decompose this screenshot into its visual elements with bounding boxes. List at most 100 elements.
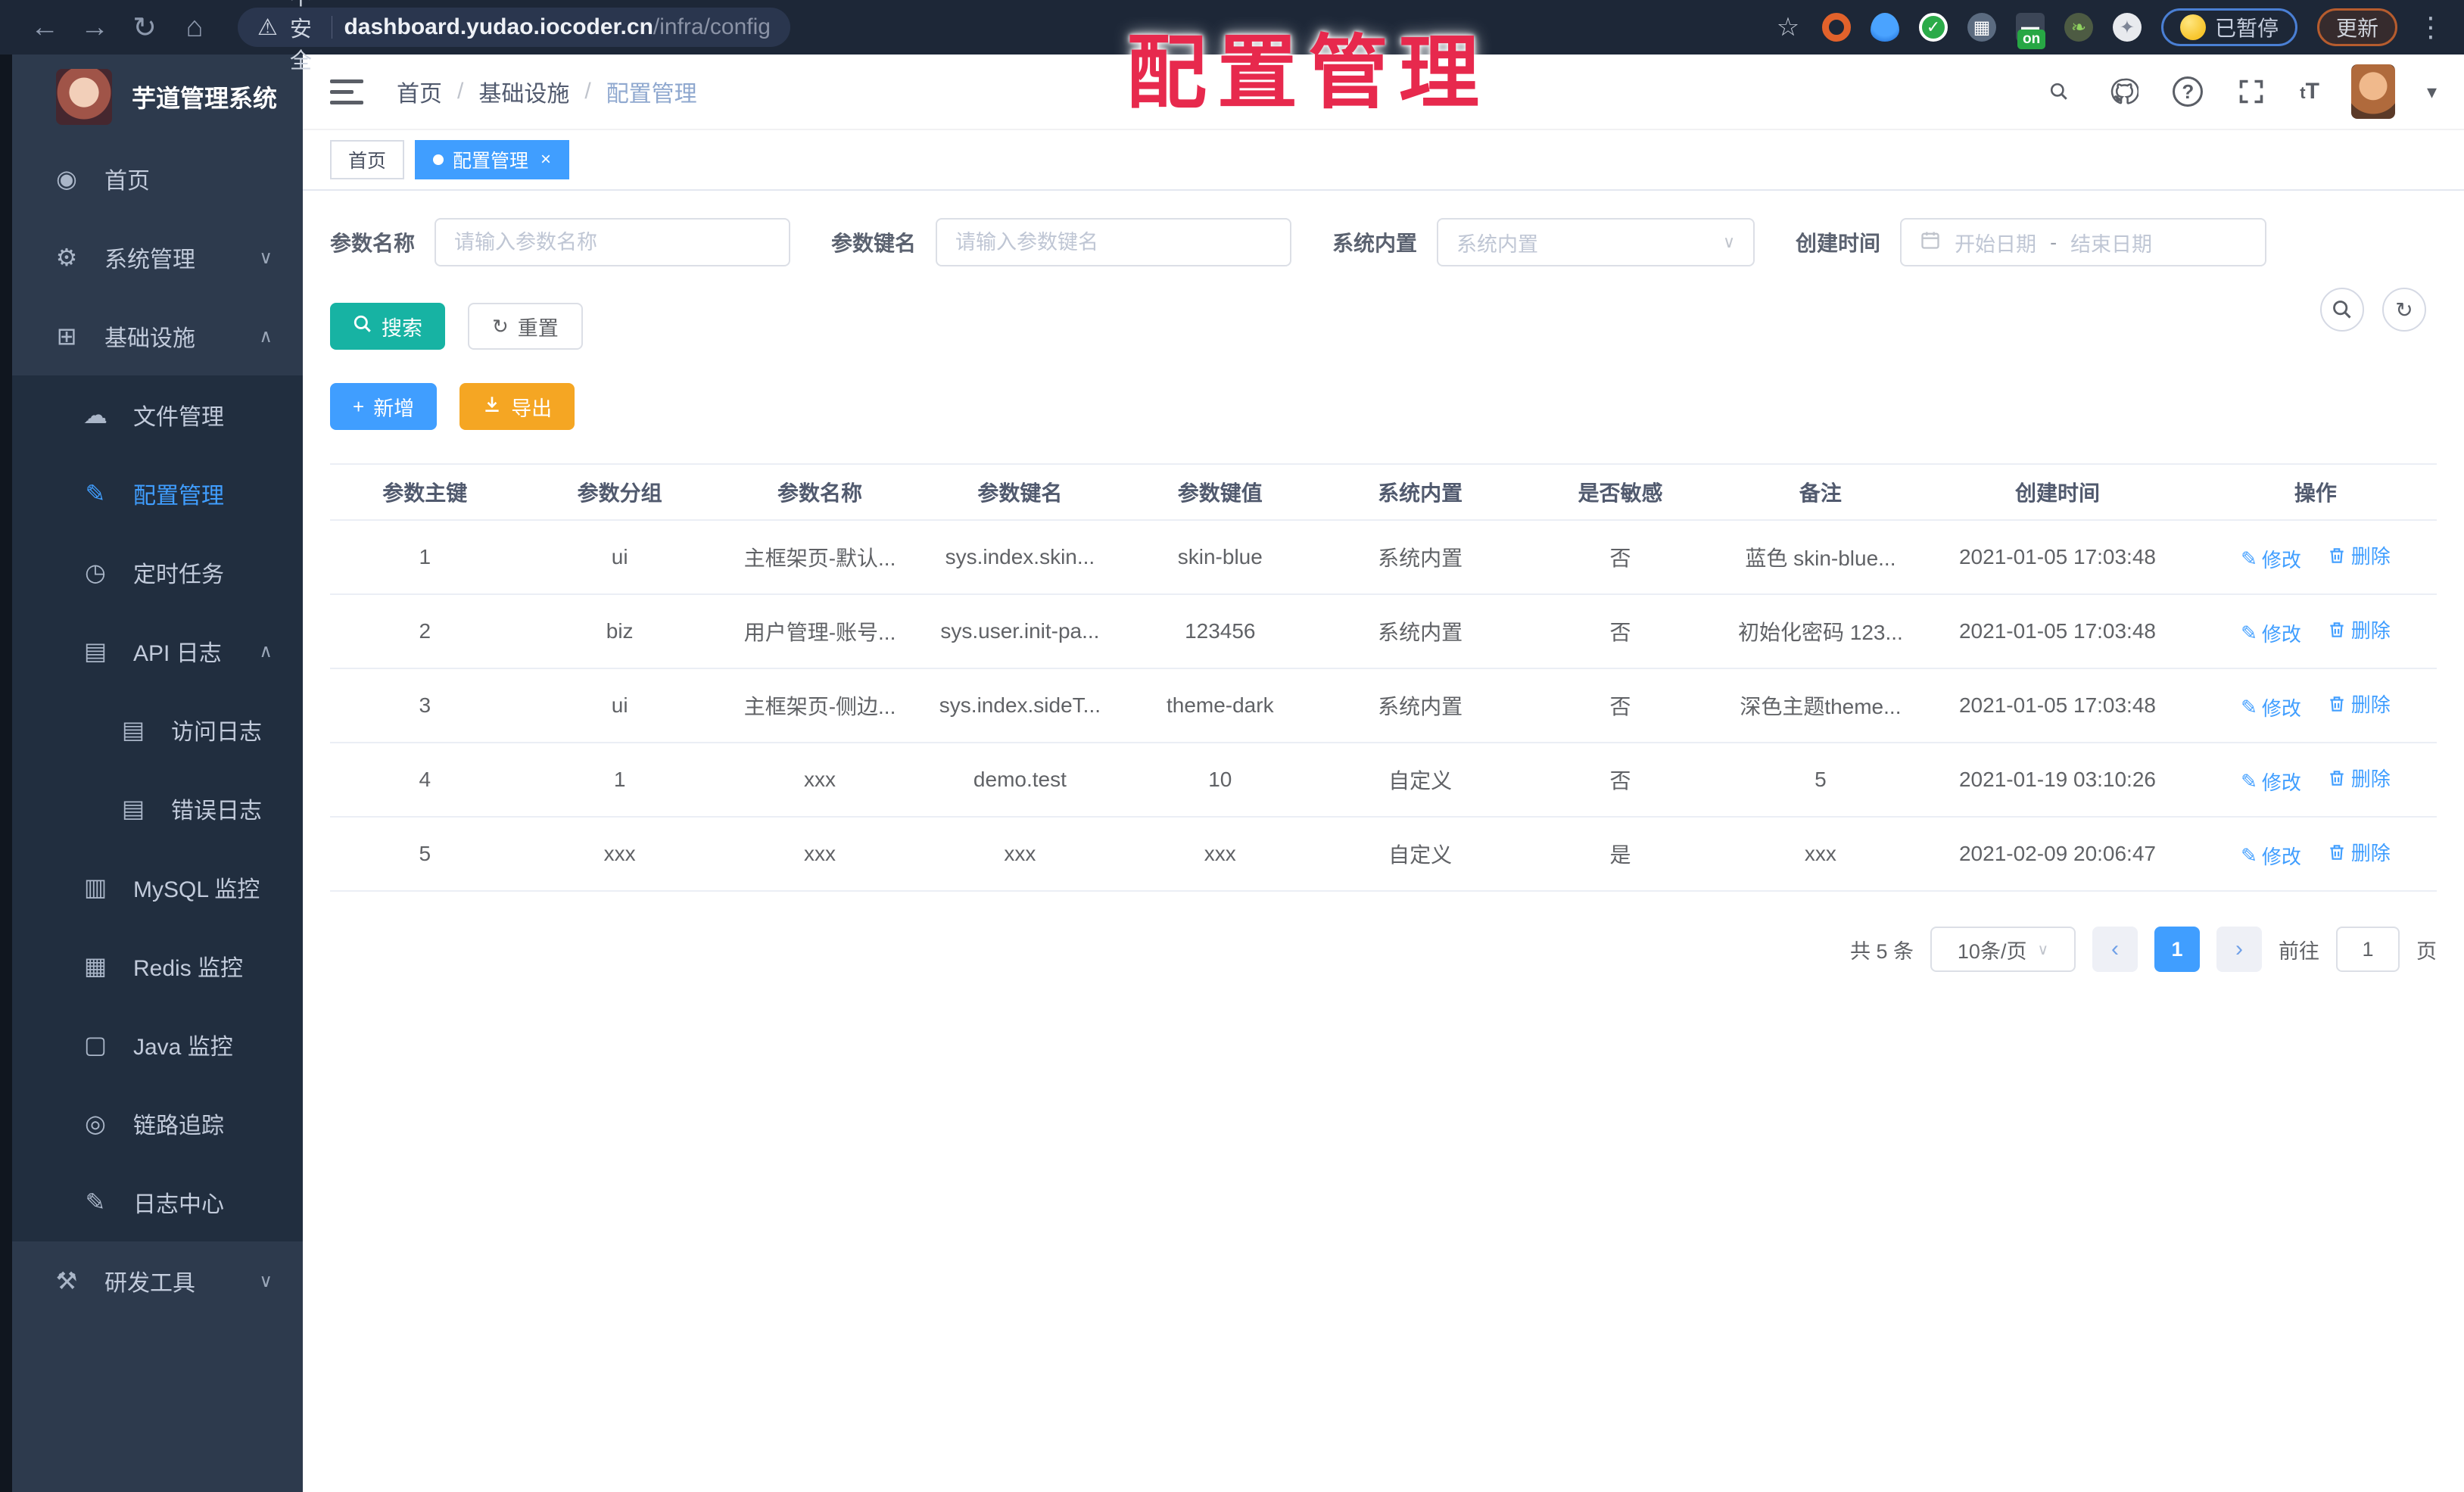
font-size-icon[interactable]: tT bbox=[2300, 79, 2319, 104]
date-start-placeholder: 开始日期 bbox=[1955, 232, 2037, 256]
next-page-button[interactable]: › bbox=[2216, 927, 2262, 972]
delete-button[interactable]: 删除 bbox=[2327, 615, 2391, 643]
puzzle-extension-icon[interactable]: ✦ bbox=[2112, 13, 2142, 42]
add-button[interactable]: + 新增 bbox=[330, 383, 438, 430]
refresh-table-icon[interactable]: ↻ bbox=[2382, 288, 2426, 332]
collapse-sidebar-icon[interactable] bbox=[330, 79, 363, 104]
extension-pin-icon[interactable] bbox=[1870, 13, 1899, 42]
extension-leaf-icon[interactable]: ❧ bbox=[2064, 13, 2093, 42]
sidebar-item-java-monitor[interactable]: ▢ Java 监控 bbox=[12, 1005, 303, 1084]
search-button[interactable]: 搜索 bbox=[330, 303, 445, 350]
search-icon[interactable] bbox=[2042, 75, 2076, 108]
export-button[interactable]: 导出 bbox=[459, 383, 575, 430]
bookmark-star-icon[interactable]: ☆ bbox=[1774, 13, 1802, 42]
breadcrumb-home[interactable]: 首页 bbox=[397, 75, 442, 108]
tab-config-management[interactable]: 配置管理 × bbox=[415, 140, 570, 179]
filter-form: 参数名称 参数键名 系统内置 系统内置 ∨ 创建时间 开始日期 bbox=[330, 218, 2437, 266]
sidebar-logo[interactable]: 芋道管理系统 bbox=[12, 55, 303, 139]
breadcrumb: 首页 / 基础设施 / 配置管理 bbox=[397, 75, 697, 108]
goto-page-input[interactable] bbox=[2336, 927, 2400, 972]
builtin-select[interactable]: 系统内置 ∨ bbox=[1437, 218, 1755, 266]
edit-icon: ✎ bbox=[2241, 621, 2257, 644]
sidebar-item-error-logs[interactable]: ▤ 错误日志 bbox=[12, 769, 303, 848]
filter-time-label: 创建时间 bbox=[1796, 232, 1881, 255]
edit-button[interactable]: ✎ 修改 bbox=[2241, 619, 2301, 647]
delete-button[interactable]: 删除 bbox=[2327, 541, 2391, 569]
edit-button[interactable]: ✎ 修改 bbox=[2241, 545, 2301, 573]
page-size-select[interactable]: 10条/页 ∨ bbox=[1930, 927, 2076, 972]
breadcrumb-infrastructure[interactable]: 基础设施 bbox=[478, 75, 569, 108]
edit-button[interactable]: ✎ 修改 bbox=[2241, 842, 2301, 870]
breadcrumb-separator: / bbox=[584, 79, 591, 104]
sidebar-item-scheduled-tasks[interactable]: ◷ 定时任务 bbox=[12, 533, 303, 612]
sidebar-item-dev-tools[interactable]: ⚒ 研发工具 ∨ bbox=[12, 1241, 303, 1320]
browser-forward-icon[interactable]: → bbox=[70, 11, 120, 44]
delete-button[interactable]: 删除 bbox=[2327, 838, 2391, 866]
total-count: 共 5 条 bbox=[1849, 939, 1914, 963]
refresh-icon: ↻ bbox=[492, 314, 509, 338]
close-icon[interactable]: × bbox=[540, 149, 551, 170]
address-bar[interactable]: ⚠ 不安全 dashboard.yudao.iocoder.cn/infra/c… bbox=[238, 0, 790, 73]
overlay-page-title: 配置管理 bbox=[1126, 29, 1490, 118]
user-avatar[interactable] bbox=[2350, 64, 2395, 119]
browser-menu-icon[interactable]: ⋮ bbox=[2417, 11, 2444, 43]
toolbox-icon: ⚒ bbox=[55, 1267, 78, 1294]
sidebar-item-infrastructure[interactable]: ⊞ 基础设施 ∧ bbox=[12, 297, 303, 375]
edit-button[interactable]: ✎ 修改 bbox=[2241, 768, 2301, 796]
extension-on-badge: on bbox=[2017, 30, 2046, 49]
extension-orange-icon[interactable] bbox=[1821, 13, 1851, 42]
profile-paused-button[interactable]: 已暂停 bbox=[2160, 8, 2297, 46]
extension-grid-icon[interactable]: ▦ bbox=[1967, 13, 1996, 42]
trash-icon bbox=[2330, 696, 2344, 712]
hide-search-icon[interactable] bbox=[2320, 288, 2364, 332]
sidebar-item-trace[interactable]: ◎ 链路追踪 bbox=[12, 1084, 303, 1163]
current-page-button[interactable]: 1 bbox=[2154, 927, 2200, 972]
browser-back-icon[interactable]: ← bbox=[20, 11, 70, 44]
plus-icon: + bbox=[353, 394, 365, 418]
fullscreen-icon[interactable] bbox=[2235, 75, 2268, 108]
sidebar-item-access-logs[interactable]: ▤ 访问日志 bbox=[12, 690, 303, 769]
create-time-daterange[interactable]: 开始日期 - 结束日期 bbox=[1900, 218, 2267, 266]
trash-icon bbox=[2330, 548, 2344, 563]
delete-button[interactable]: 删除 bbox=[2327, 690, 2391, 718]
tab-home[interactable]: 首页 bbox=[330, 140, 405, 179]
avatar-caret-icon[interactable]: ▾ bbox=[2427, 80, 2437, 104]
param-name-input[interactable] bbox=[435, 218, 791, 266]
github-icon[interactable] bbox=[2107, 75, 2141, 108]
delete-button[interactable]: 删除 bbox=[2327, 764, 2391, 792]
breadcrumb-current: 配置管理 bbox=[606, 82, 697, 107]
sidebar-item-system-management[interactable]: ⚙ 系统管理 ∨ bbox=[12, 218, 303, 297]
extension-green-check-icon[interactable]: ✓ bbox=[1918, 13, 1948, 42]
sidebar-item-config-management[interactable]: ✎ 配置管理 bbox=[12, 454, 303, 533]
trash-icon bbox=[2330, 771, 2344, 786]
reset-button[interactable]: ↻ 重置 bbox=[468, 303, 583, 350]
paused-label: 已暂停 bbox=[2214, 17, 2279, 40]
sidebar-item-home[interactable]: ◉ 首页 bbox=[12, 139, 303, 218]
help-icon[interactable]: ? bbox=[2173, 76, 2204, 107]
date-separator: - bbox=[2050, 230, 2057, 254]
gear-icon: ⚙ bbox=[55, 244, 78, 271]
extension-switch-icon[interactable]: ▬ on bbox=[2015, 13, 2046, 49]
log-icon: ▤ bbox=[121, 795, 145, 822]
param-key-input[interactable] bbox=[936, 218, 1292, 266]
browser-reload-icon[interactable]: ↻ bbox=[120, 11, 170, 45]
eye-icon: ◎ bbox=[85, 1110, 106, 1137]
browser-update-button[interactable]: 更新 bbox=[2316, 8, 2397, 46]
prev-page-button[interactable]: ‹ bbox=[2092, 927, 2138, 972]
active-dot-icon bbox=[433, 154, 444, 165]
url-path: /infra/config bbox=[653, 14, 771, 39]
logo-avatar bbox=[56, 69, 112, 125]
sidebar-item-mysql-monitor[interactable]: ▥ MySQL 监控 bbox=[12, 848, 303, 927]
page-unit-label: 页 bbox=[2416, 939, 2437, 963]
filter-builtin-label: 系统内置 bbox=[1332, 232, 1418, 255]
browser-home-icon[interactable]: ⌂ bbox=[170, 11, 220, 44]
sidebar-item-log-center[interactable]: ✎ 日志中心 bbox=[12, 1163, 303, 1241]
sidebar-item-redis-monitor[interactable]: ▦ Redis 监控 bbox=[12, 927, 303, 1005]
edit-button[interactable]: ✎ 修改 bbox=[2241, 693, 2301, 721]
sidebar-item-api-logs[interactable]: ▤ API 日志 ∧ bbox=[12, 612, 303, 690]
chevron-down-icon: ∨ bbox=[1722, 232, 1736, 251]
sidebar: 芋道管理系统 ◉ 首页 ⚙ 系统管理 ∨ ⊞ 基础设施 ∧ ☁ 文件管理 ✎ 配… bbox=[12, 55, 303, 1492]
trash-icon bbox=[2330, 622, 2344, 637]
security-warning-icon: ⚠ bbox=[257, 14, 278, 40]
sidebar-item-file-management[interactable]: ☁ 文件管理 bbox=[12, 375, 303, 454]
